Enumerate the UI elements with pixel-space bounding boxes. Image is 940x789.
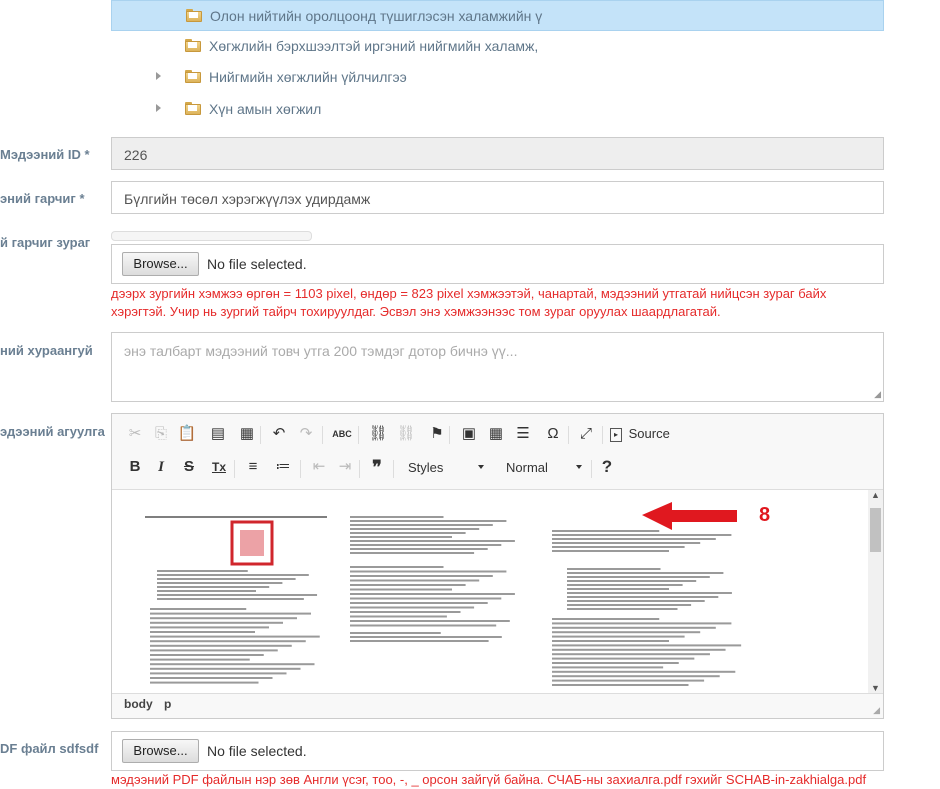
tree-item-label: Хүн амын хөгжил [209, 101, 322, 117]
chevron-right-icon[interactable] [156, 104, 161, 112]
folder-icon [185, 70, 201, 83]
strike-icon[interactable]: S [178, 456, 200, 478]
title-image-browse-button[interactable]: Browse... [122, 252, 199, 276]
pdf-label: DF файл sdfsdf [0, 741, 99, 756]
source-label: Source [628, 426, 670, 441]
news-title-value: Бүлгийн төсөл хэрэгжүүлэх удирдамж [124, 191, 371, 207]
tree-item[interactable]: Хөгжлийн бэрхшээлтэй иргэний нийгмийн ха… [111, 31, 884, 62]
paste-text-icon[interactable]: ▤ [207, 423, 229, 445]
pdf-help-text: мэдээний PDF файлын нэр зөв Англи үсэг, … [111, 772, 867, 787]
image-icon[interactable]: ▣ [458, 423, 480, 445]
summary-placeholder: энэ талбарт мэдээний товч утга 200 тэмдэ… [124, 343, 518, 359]
copy-icon[interactable]: ⎘ [150, 423, 172, 445]
tree-item[interactable]: Хүн амын хөгжил [111, 94, 884, 125]
document-page-2 [350, 516, 515, 642]
editor-resize-icon[interactable]: ◢ [873, 705, 880, 716]
pdf-browse-button[interactable]: Browse... [122, 739, 199, 763]
numbered-list-icon[interactable]: ≡ [242, 456, 264, 478]
summary-label: ний хураангуй [0, 343, 93, 358]
paste-icon[interactable]: 📋 [176, 423, 198, 445]
maximize-icon[interactable]: ⤢ [575, 423, 597, 445]
bold-icon[interactable]: B [124, 456, 146, 478]
document-page-3 [552, 530, 742, 686]
scroll-up-icon[interactable]: ▲ [871, 490, 880, 500]
scroll-down-icon[interactable]: ▼ [871, 683, 880, 693]
source-icon: ▸ [610, 427, 622, 442]
remove-format-icon[interactable]: Tx [208, 456, 230, 478]
italic-icon[interactable]: I [150, 456, 172, 478]
scroll-thumb[interactable] [870, 508, 881, 552]
summary-textarea[interactable]: энэ талбарт мэдээний товч утга 200 тэмдэ… [111, 332, 884, 402]
paste-word-icon[interactable]: ▦ [236, 423, 258, 445]
link-icon[interactable]: ⛓ [367, 423, 389, 445]
tree-item-label: Олон нийтийн оролцоонд түшиглэсэн халамж… [210, 8, 543, 24]
annotation-number: 8 [759, 504, 771, 526]
help-icon[interactable]: ? [596, 456, 618, 478]
spellcheck-icon[interactable]: ABC [329, 423, 355, 445]
rich-text-editor[interactable]: ✂ ⎘ 📋 ▤ ▦ ↶ ↷ ABC ⛓ ⛓ ⚑ ▣ ▦ ☰ Ω ⤢ ▸ Source B I S Tx ≡ ≔ ⇤ ⇥ ❞ S… [111, 413, 884, 719]
path-body[interactable]: body [124, 697, 153, 711]
cut-icon[interactable]: ✂ [124, 423, 146, 445]
chevron-right-icon[interactable] [156, 72, 161, 80]
folder-icon [185, 39, 201, 52]
tree-item-label: Нийгмийн хөгжлийн үйлчилгээ [209, 69, 407, 85]
element-path: body p [124, 697, 179, 711]
horizontal-rule-icon[interactable]: ☰ [512, 423, 534, 445]
news-title-label: эний гарчиг * [0, 191, 85, 206]
red-arrow-icon [642, 502, 737, 530]
resize-handle-icon[interactable]: ◢ [874, 389, 881, 400]
title-image-label: й гарчиг зураг [0, 235, 91, 250]
special-char-icon[interactable]: Ω [542, 423, 564, 445]
news-id-value: 226 [124, 147, 148, 163]
chevron-down-icon [576, 465, 582, 469]
source-button[interactable]: ▸ Source [610, 423, 674, 445]
styles-dropdown-label: Styles [408, 460, 444, 475]
format-dropdown[interactable]: Normal [498, 456, 588, 478]
table-icon[interactable]: ▦ [485, 423, 507, 445]
anchor-flag-icon[interactable]: ⚑ [426, 423, 448, 445]
editor-content-area[interactable]: 8 ▲ ▼ [112, 489, 883, 694]
path-p[interactable]: p [164, 697, 171, 711]
chevron-down-icon [478, 465, 484, 469]
pdf-file-input[interactable]: Browse... No file selected. [111, 731, 884, 771]
folder-icon [186, 9, 202, 22]
format-dropdown-label: Normal [506, 460, 548, 475]
title-image-help-text: дээрх зургийн хэмжээ өргөн = 1103 pixel,… [111, 286, 827, 319]
title-image-file-input[interactable]: Browse... No file selected. [111, 244, 884, 284]
news-id-label: Мэдээний ID * [0, 147, 90, 162]
folder-icon [185, 102, 201, 115]
news-title-input[interactable]: Бүлгийн төсөл хэрэгжүүлэх удирдамж [111, 181, 884, 214]
editor-scrollbar[interactable]: ▲ ▼ [868, 490, 883, 693]
styles-dropdown[interactable]: Styles [400, 456, 490, 478]
document-scan-image [145, 502, 742, 693]
title-image-file-status: No file selected. [207, 256, 307, 272]
indent-icon[interactable]: ⇥ [334, 456, 356, 478]
document-page-1 [145, 515, 330, 693]
image-progress-bar [111, 231, 312, 241]
blockquote-icon[interactable]: ❞ [366, 456, 388, 478]
content-label: эдээний агуулга [0, 424, 105, 439]
pdf-file-status: No file selected. [207, 743, 307, 759]
tree-item-label: Хөгжлийн бэрхшээлтэй иргэний нийгмийн ха… [209, 38, 539, 54]
bulleted-list-icon[interactable]: ≔ [272, 456, 294, 478]
tree-item[interactable]: Олон нийтийн оролцоонд түшиглэсэн халамж… [111, 0, 884, 31]
news-id-field: 226 [111, 137, 884, 170]
tree-item[interactable]: Нийгмийн хөгжлийн үйлчилгээ [111, 62, 884, 93]
undo-icon[interactable]: ↶ [268, 423, 290, 445]
unlink-icon[interactable]: ⛓ [395, 423, 417, 445]
outdent-icon[interactable]: ⇤ [308, 456, 330, 478]
redo-icon[interactable]: ↷ [295, 423, 317, 445]
